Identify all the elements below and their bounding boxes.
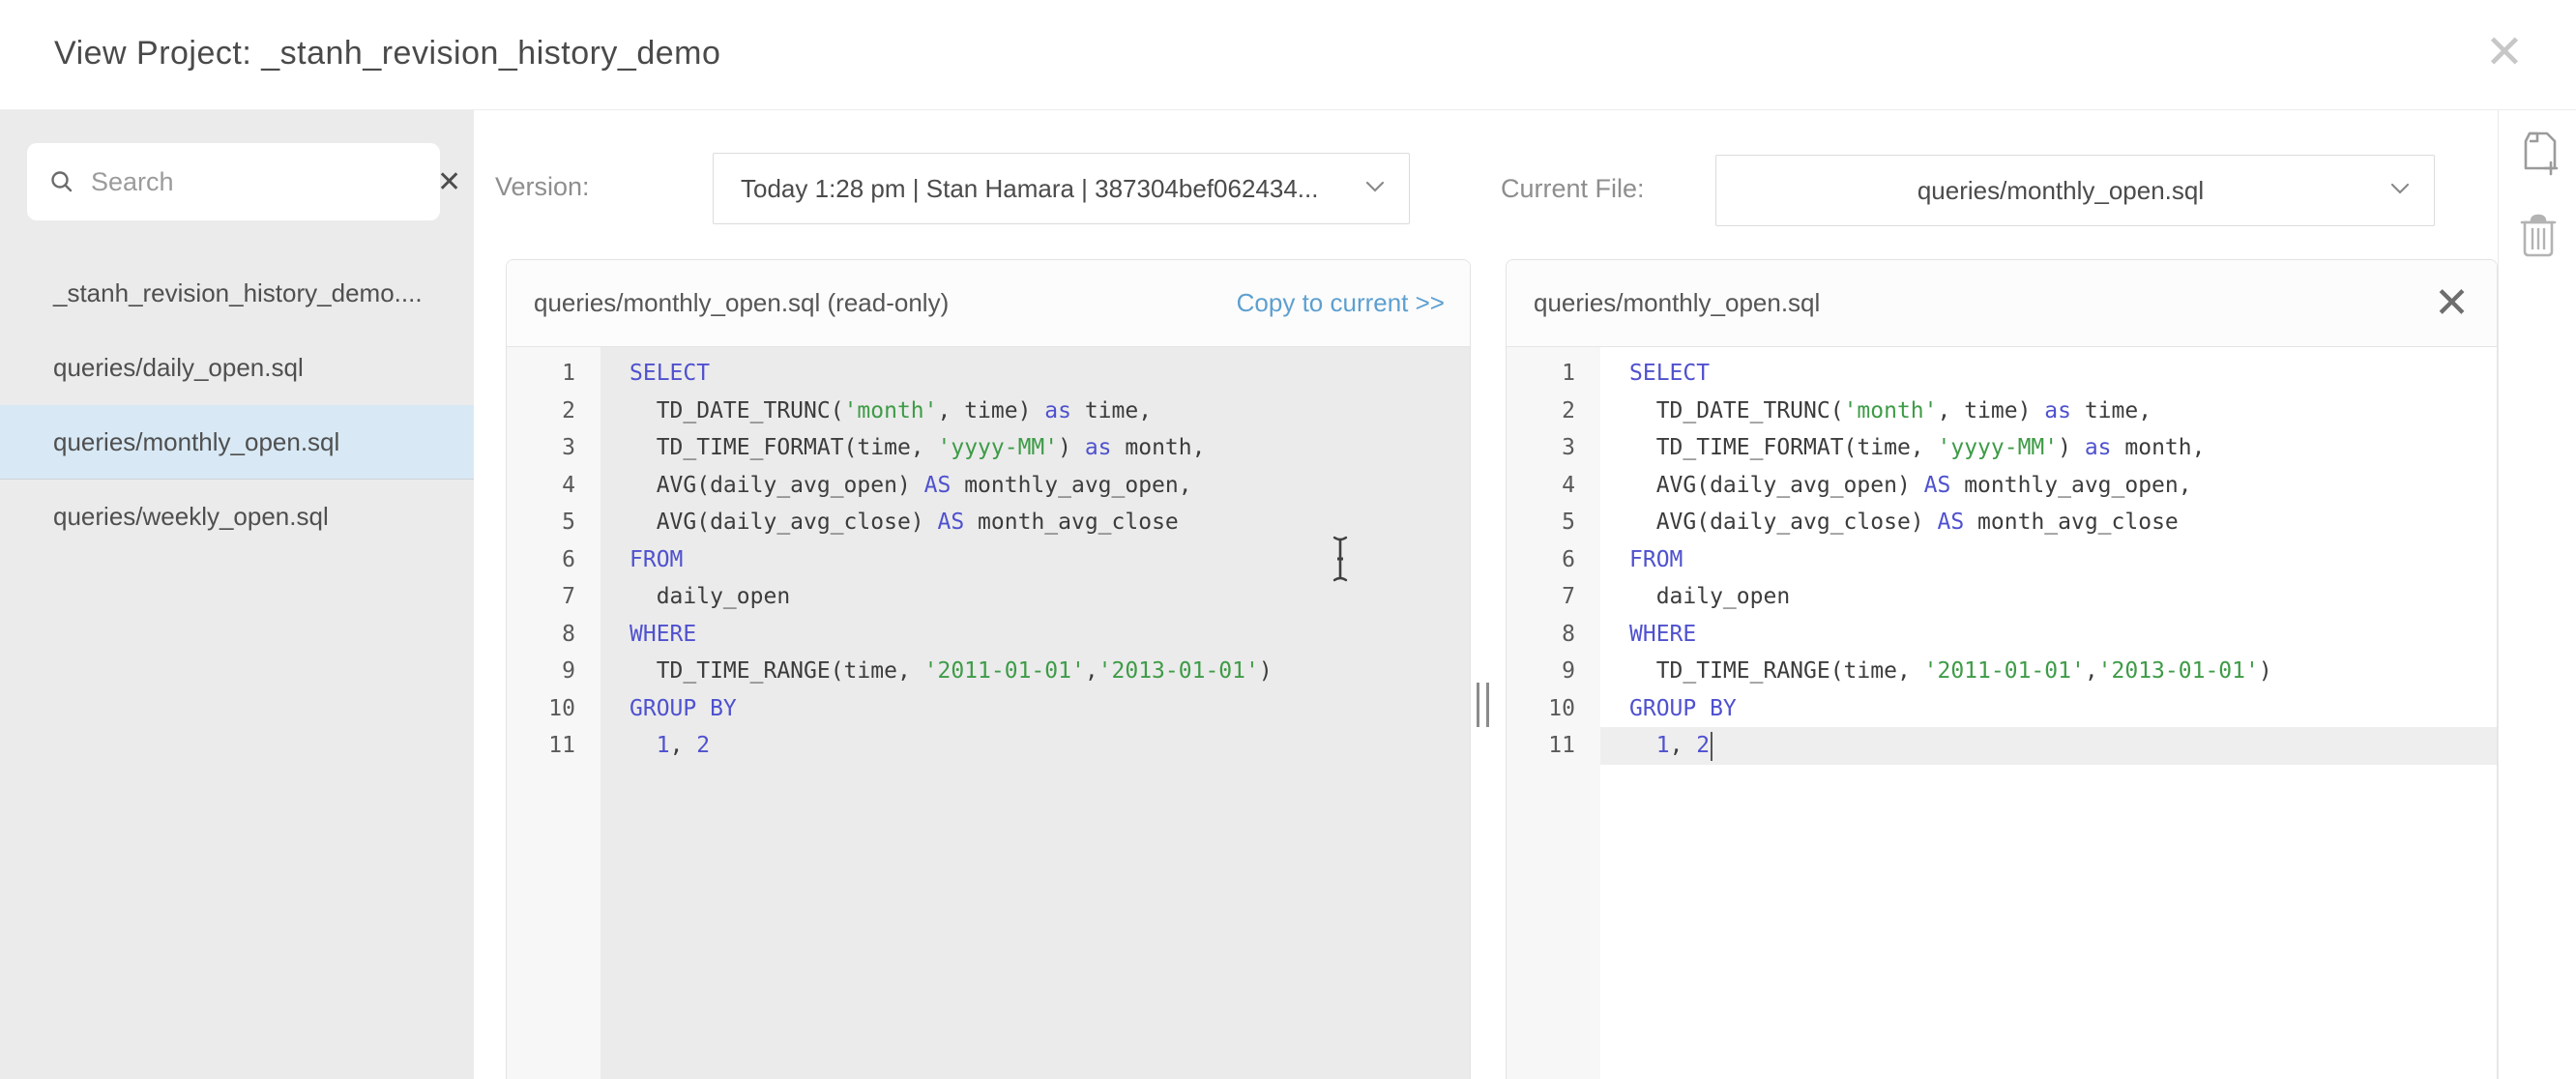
line-number: 8: [1507, 616, 1575, 654]
code-line[interactable]: AVG(daily_avg_close) AS month_avg_close: [600, 504, 1470, 541]
code-line[interactable]: FROM: [600, 541, 1470, 579]
current-file-label: Current File:: [1501, 174, 1645, 204]
dialog-close-icon[interactable]: ✕: [2475, 19, 2533, 87]
line-number: 10: [1507, 690, 1575, 728]
line-number: 8: [507, 616, 575, 654]
search-clear-icon[interactable]: ✕: [433, 165, 465, 199]
line-number: 1: [507, 355, 575, 393]
code-line[interactable]: GROUP BY: [1600, 690, 2497, 728]
text-caret: [1711, 732, 1712, 761]
code-line[interactable]: daily_open: [1600, 578, 2497, 616]
dialog-titlebar: View Project: _stanh_revision_history_de…: [0, 0, 2576, 110]
line-number: 6: [507, 541, 575, 579]
code-line[interactable]: TD_DATE_TRUNC('month', time) as time,: [600, 393, 1470, 430]
code-line[interactable]: TD_TIME_RANGE(time, '2011-01-01','2013-0…: [600, 653, 1470, 690]
line-number: 2: [1507, 393, 1575, 430]
page-title: View Project: _stanh_revision_history_de…: [54, 35, 720, 73]
current-file-dropdown-value: queries/monthly_open.sql: [1743, 176, 2378, 206]
code-line[interactable]: TD_TIME_RANGE(time, '2011-01-01','2013-0…: [1600, 653, 2497, 690]
line-number: 5: [507, 504, 575, 541]
sidebar-file-item[interactable]: queries/daily_open.sql: [0, 331, 474, 405]
line-number: 2: [507, 393, 575, 430]
trash-icon[interactable]: [2517, 209, 2560, 264]
line-number: 10: [507, 690, 575, 728]
line-number: 1: [1507, 355, 1575, 393]
panel-header: queries/monthly_open.sql (read-only) Cop…: [507, 260, 1470, 347]
line-number: 4: [507, 467, 575, 505]
line-number-gutter: 1234567891011: [1507, 347, 1600, 1079]
code-content[interactable]: SELECT TD_DATE_TRUNC('month', time) as t…: [600, 347, 1470, 1079]
search-box[interactable]: ✕: [27, 143, 440, 220]
file-list: _stanh_revision_history_demo....queries/…: [0, 256, 474, 554]
line-number: 3: [1507, 429, 1575, 467]
version-dropdown-value: Today 1:28 pm | Stan Hamara | 387304bef0…: [741, 174, 1353, 204]
panel-resize-handle-icon[interactable]: [1477, 683, 1489, 727]
line-number: 7: [1507, 578, 1575, 616]
code-line[interactable]: AVG(daily_avg_close) AS month_avg_close: [1600, 504, 2497, 541]
line-number: 4: [1507, 467, 1575, 505]
line-number: 6: [1507, 541, 1575, 579]
code-line[interactable]: FROM: [1600, 541, 2497, 579]
current-file-dropdown[interactable]: queries/monthly_open.sql: [1715, 155, 2435, 226]
code-line[interactable]: SELECT: [600, 355, 1470, 393]
panel-close-icon[interactable]: ✕: [2432, 282, 2472, 325]
line-number: 9: [507, 653, 575, 690]
code-panel-current: queries/monthly_open.sql ✕ 1234567891011…: [1506, 259, 2498, 1079]
chevron-down-icon: [1364, 180, 1386, 198]
line-number: 11: [1507, 727, 1575, 765]
copy-to-current-link[interactable]: Copy to current >>: [1237, 288, 1445, 318]
panel-title: queries/monthly_open.sql (read-only): [534, 288, 1237, 318]
search-input[interactable]: [91, 167, 433, 197]
code-panel-readonly: queries/monthly_open.sql (read-only) Cop…: [506, 259, 1471, 1079]
code-line[interactable]: daily_open: [600, 578, 1470, 616]
code-line[interactable]: GROUP BY: [600, 690, 1470, 728]
code-line[interactable]: AVG(daily_avg_open) AS monthly_avg_open,: [1600, 467, 2497, 505]
code-line[interactable]: WHERE: [1600, 616, 2497, 654]
code-line[interactable]: TD_DATE_TRUNC('month', time) as time,: [1600, 393, 2497, 430]
code-line[interactable]: AVG(daily_avg_open) AS monthly_avg_open,: [600, 467, 1470, 505]
file-sidebar: ✕ _stanh_revision_history_demo....querie…: [0, 110, 474, 1079]
panel-title: queries/monthly_open.sql: [1534, 288, 2432, 318]
line-number: 7: [507, 578, 575, 616]
icon-rail: [2498, 110, 2576, 1079]
version-dropdown[interactable]: Today 1:28 pm | Stan Hamara | 387304bef0…: [713, 153, 1410, 224]
code-content[interactable]: SELECT TD_DATE_TRUNC('month', time) as t…: [1600, 347, 2497, 1079]
code-line[interactable]: SELECT: [1600, 355, 2497, 393]
line-number-gutter: 1234567891011: [507, 347, 600, 1079]
line-number: 9: [1507, 653, 1575, 690]
code-line[interactable]: TD_TIME_FORMAT(time, 'yyyy-MM') as month…: [1600, 429, 2497, 467]
code-editor-current[interactable]: 1234567891011 SELECT TD_DATE_TRUNC('mont…: [1507, 347, 2497, 1079]
new-file-icon[interactable]: [2514, 126, 2562, 185]
code-line[interactable]: TD_TIME_FORMAT(time, 'yyyy-MM') as month…: [600, 429, 1470, 467]
code-line[interactable]: WHERE: [600, 616, 1470, 654]
panel-header: queries/monthly_open.sql ✕: [1507, 260, 2497, 347]
line-number: 3: [507, 429, 575, 467]
sidebar-file-item[interactable]: queries/monthly_open.sql: [0, 405, 474, 480]
line-number: 11: [507, 727, 575, 765]
sidebar-file-item[interactable]: queries/weekly_open.sql: [0, 480, 474, 554]
version-label: Version:: [495, 172, 590, 202]
sidebar-file-item[interactable]: _stanh_revision_history_demo....: [0, 256, 474, 331]
line-number: 5: [1507, 504, 1575, 541]
code-line[interactable]: 1, 2: [600, 727, 1470, 765]
chevron-down-icon: [2389, 182, 2411, 200]
search-icon: [48, 168, 75, 195]
code-line[interactable]: 1, 2: [1600, 727, 2497, 765]
code-editor-readonly[interactable]: 1234567891011 SELECT TD_DATE_TRUNC('mont…: [507, 347, 1470, 1079]
